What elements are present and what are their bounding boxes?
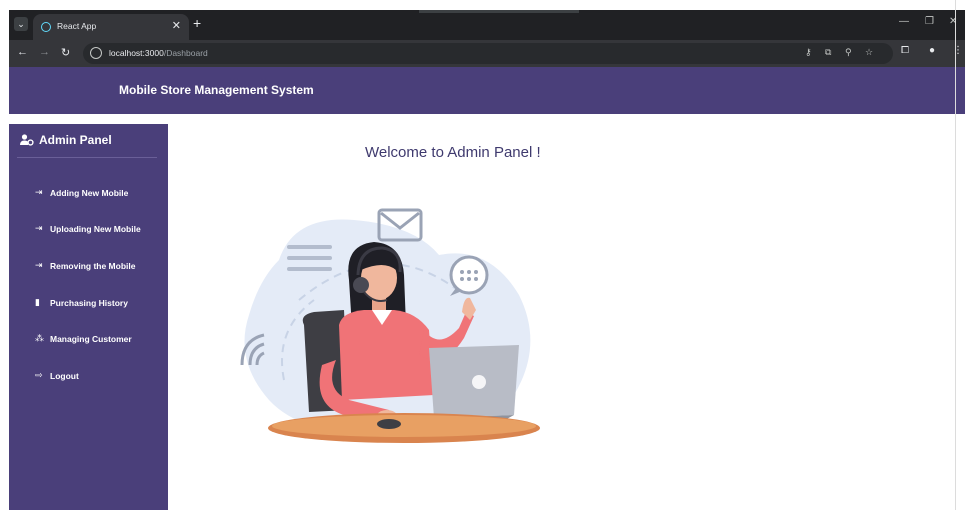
cast-icon[interactable]: ⧉ [825, 47, 831, 58]
back-icon[interactable]: ← [17, 46, 28, 58]
sidebar-divider [17, 157, 157, 158]
site-info-icon[interactable] [90, 47, 102, 59]
sidebar-item-label: Managing Customer [50, 334, 132, 344]
close-tab-icon[interactable]: ✕ [172, 19, 181, 32]
support-agent-illustration [240, 208, 540, 443]
window-close-icon[interactable]: ✕ [949, 16, 957, 27]
sidebar-title: Admin Panel [39, 133, 112, 147]
sidebar-item-purchasing-history[interactable]: ▮ Purchasing History [35, 297, 161, 311]
profile-icon[interactable]: ● [929, 45, 935, 56]
shopping-bag-icon: ▮ [35, 297, 40, 307]
admin-sidebar: Admin Panel ⇥ Adding New Mobile ⇥ Upload… [9, 124, 168, 510]
sidebar-item-label: Uploading New Mobile [50, 224, 141, 234]
minimize-icon[interactable]: — [899, 16, 909, 27]
browser-toolbar: ← → ↻ localhost:3000/Dashboard ⚷ ⧉ ⚲ ☆ ⧠… [9, 40, 965, 67]
address-bar[interactable]: localhost:3000/Dashboard ⚷ ⧉ ⚲ ☆ [83, 43, 893, 64]
browser-window: ⌄ React App ✕ + — ❐ ✕ ← → ↻ localhost:30… [9, 10, 965, 510]
new-tab-icon[interactable]: + [193, 15, 201, 31]
restore-icon[interactable]: ❐ [925, 16, 934, 27]
sidebar-item-label: Adding New Mobile [50, 188, 129, 198]
zoom-icon[interactable]: ⚲ [845, 47, 852, 58]
app-header: Mobile Store Management System [9, 67, 965, 114]
window-right-edge [955, 0, 956, 510]
bookmark-star-icon[interactable]: ☆ [865, 47, 873, 58]
users-icon: ⁂ [35, 333, 44, 343]
login-arrow-icon: ⇥ [35, 260, 43, 270]
sidebar-item-uploading-new-mobile[interactable]: ⇥ Uploading New Mobile [35, 223, 161, 237]
url-text: localhost:3000/Dashboard [109, 48, 208, 58]
react-favicon-icon [41, 22, 51, 32]
sidebar-item-removing-the-mobile[interactable]: ⇥ Removing the Mobile [35, 260, 161, 274]
password-key-icon[interactable]: ⚷ [805, 47, 812, 58]
admin-user-gear-icon [20, 134, 34, 149]
extensions-icon[interactable]: ⧠ [901, 45, 909, 56]
login-arrow-icon: ⇥ [35, 223, 43, 233]
browser-tab[interactable]: React App ✕ [33, 14, 189, 40]
sidebar-item-logout[interactable]: ⇨ Logout [35, 370, 161, 384]
tab-search-icon[interactable]: ⌄ [14, 17, 28, 31]
forward-icon[interactable]: → [39, 46, 50, 58]
login-arrow-icon: ⇥ [35, 187, 43, 197]
app-title: Mobile Store Management System [119, 83, 314, 97]
sidebar-item-label: Logout [50, 371, 79, 381]
sidebar-item-label: Removing the Mobile [50, 261, 136, 271]
sidebar-item-managing-customer[interactable]: ⁂ Managing Customer [35, 333, 161, 347]
tab-title: React App [57, 21, 97, 31]
welcome-heading: Welcome to Admin Panel ! [365, 144, 541, 161]
logout-icon: ⇨ [35, 370, 43, 380]
reload-icon[interactable]: ↻ [61, 46, 70, 59]
sidebar-item-label: Purchasing History [50, 298, 128, 308]
browser-tab-bar: ⌄ React App ✕ + — ❐ ✕ [9, 10, 965, 40]
sidebar-item-adding-new-mobile[interactable]: ⇥ Adding New Mobile [35, 187, 161, 201]
window-drag-strip [419, 10, 579, 13]
